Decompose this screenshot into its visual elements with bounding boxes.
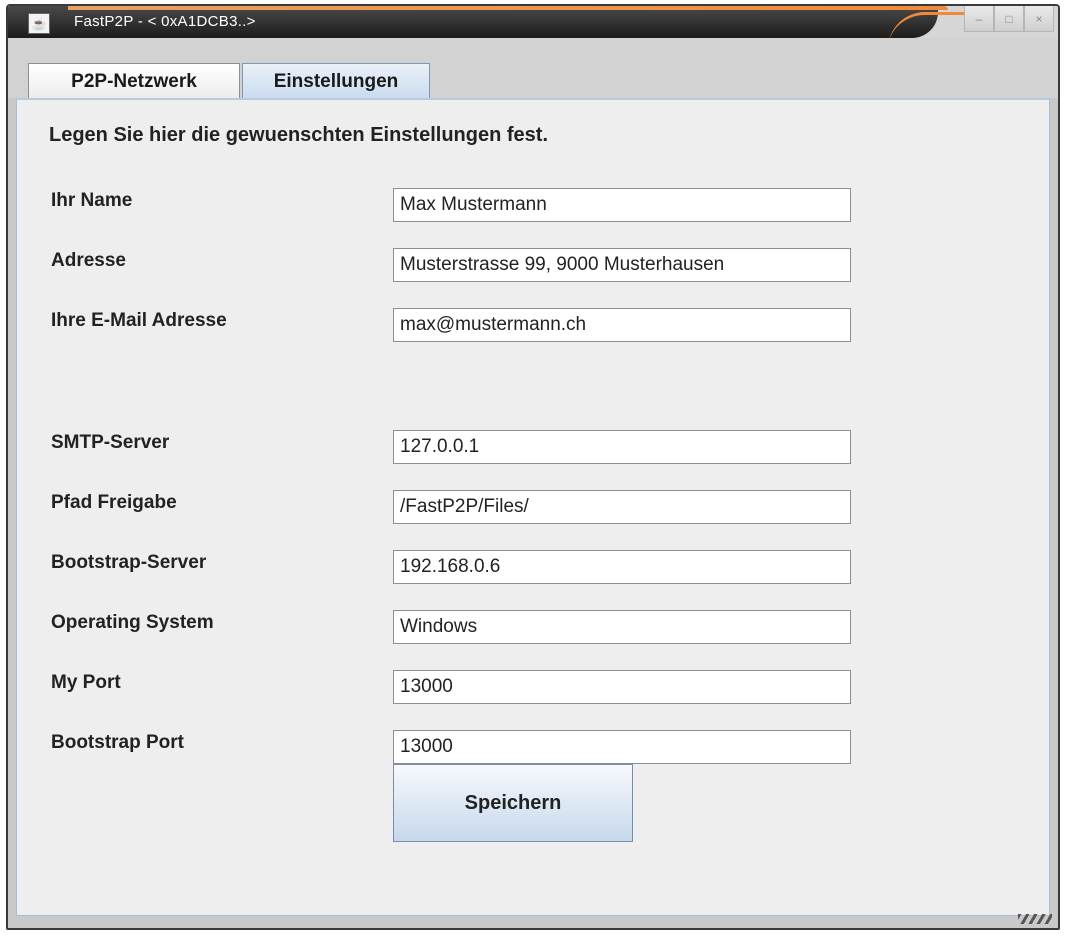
address-field[interactable] (393, 248, 851, 282)
maximize-button[interactable]: □ (994, 6, 1024, 32)
my-port-label: My Port (51, 672, 121, 693)
tab-einstellungen[interactable]: Einstellungen (242, 63, 430, 99)
share-path-label: Pfad Freigabe (51, 492, 177, 513)
email-label: Ihre E-Mail Adresse (51, 310, 227, 331)
name-label: Ihr Name (51, 190, 133, 211)
app-window: ☕ FastP2P - < 0xA1DCB3..> – □ × P2P-Netz… (6, 4, 1060, 930)
resize-grip[interactable] (1018, 914, 1052, 924)
share-path-field[interactable] (393, 490, 851, 524)
bootstrap-port-field[interactable] (393, 730, 851, 764)
maximize-icon: □ (1005, 11, 1013, 26)
my-port-field[interactable] (393, 670, 851, 704)
smtp-server-field[interactable] (393, 430, 851, 464)
window-title: FastP2P - < 0xA1DCB3..> (74, 13, 256, 30)
email-field[interactable] (393, 308, 851, 342)
save-button[interactable]: Speichern (393, 764, 633, 842)
smtp-server-label: SMTP-Server (51, 432, 170, 453)
bootstrap-server-label: Bootstrap-Server (51, 552, 207, 573)
java-cup-icon[interactable]: ☕ (28, 13, 50, 34)
title-bar[interactable]: ☕ FastP2P - < 0xA1DCB3..> – □ × (8, 6, 1058, 38)
settings-intro: Legen Sie hier die gewuenschten Einstell… (49, 124, 548, 146)
name-field[interactable] (393, 188, 851, 222)
settings-panel: Legen Sie hier die gewuenschten Einstell… (16, 98, 1050, 916)
close-icon: × (1035, 11, 1043, 26)
operating-system-field[interactable] (393, 610, 851, 644)
close-button[interactable]: × (1024, 6, 1054, 32)
bootstrap-server-field[interactable] (393, 550, 851, 584)
tab-strip: P2P-Netzwerk Einstellungen (8, 38, 1058, 99)
minimize-button[interactable]: – (964, 6, 994, 32)
operating-system-label: Operating System (51, 612, 214, 633)
address-label: Adresse (51, 250, 126, 271)
title-accent-stripe (68, 6, 948, 10)
tab-p2p-netzwerk[interactable]: P2P-Netzwerk (28, 63, 240, 99)
bootstrap-port-label: Bootstrap Port (51, 732, 184, 753)
minimize-icon: – (975, 11, 983, 26)
window-controls: – □ × (964, 6, 1054, 32)
